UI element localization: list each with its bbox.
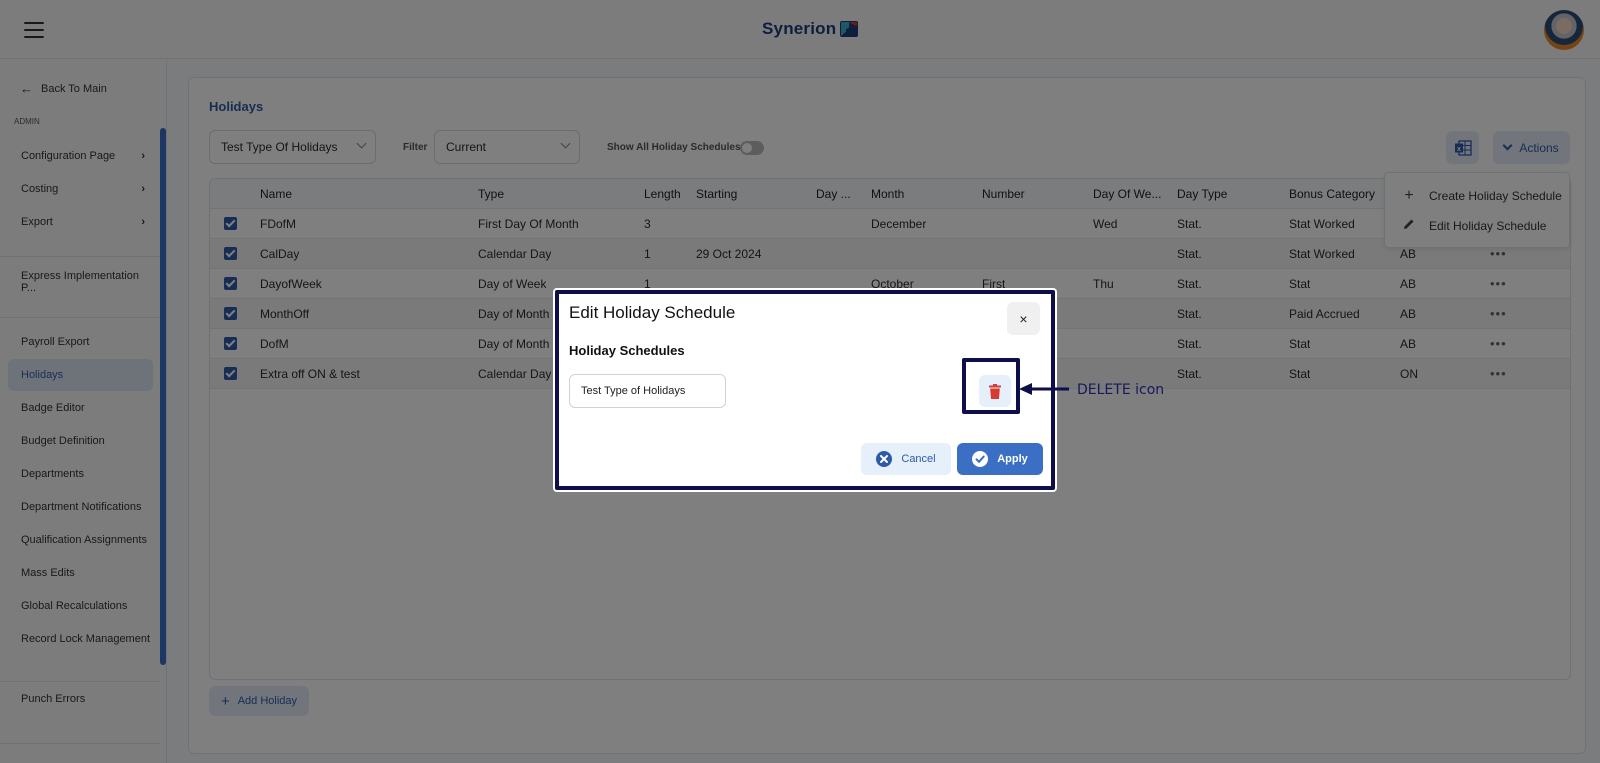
schedule-name-field[interactable]: Test Type of Holidays [569,374,726,408]
schedule-name-value: Test Type of Holidays [581,385,686,397]
apply-label: Apply [997,453,1028,465]
edit-holiday-schedule-dialog: Edit Holiday Schedule × Holiday Schedule… [555,290,1055,490]
annotation-label: DELETE icon [1077,382,1165,398]
delete-highlight-box [962,358,1020,414]
apply-button[interactable]: Apply [957,443,1043,475]
check-circle-icon [972,451,989,467]
cancel-button[interactable]: Cancel [861,443,951,475]
holiday-schedules-label: Holiday Schedules [569,343,685,358]
dialog-title: Edit Holiday Schedule [569,303,736,322]
annotation-arrow-icon [1019,383,1069,395]
cancel-circle-icon [876,451,893,467]
cancel-label: Cancel [901,453,936,465]
trash-icon [989,383,1001,399]
close-icon: × [1019,310,1028,327]
close-button[interactable]: × [1007,302,1040,335]
delete-button[interactable] [979,375,1011,407]
